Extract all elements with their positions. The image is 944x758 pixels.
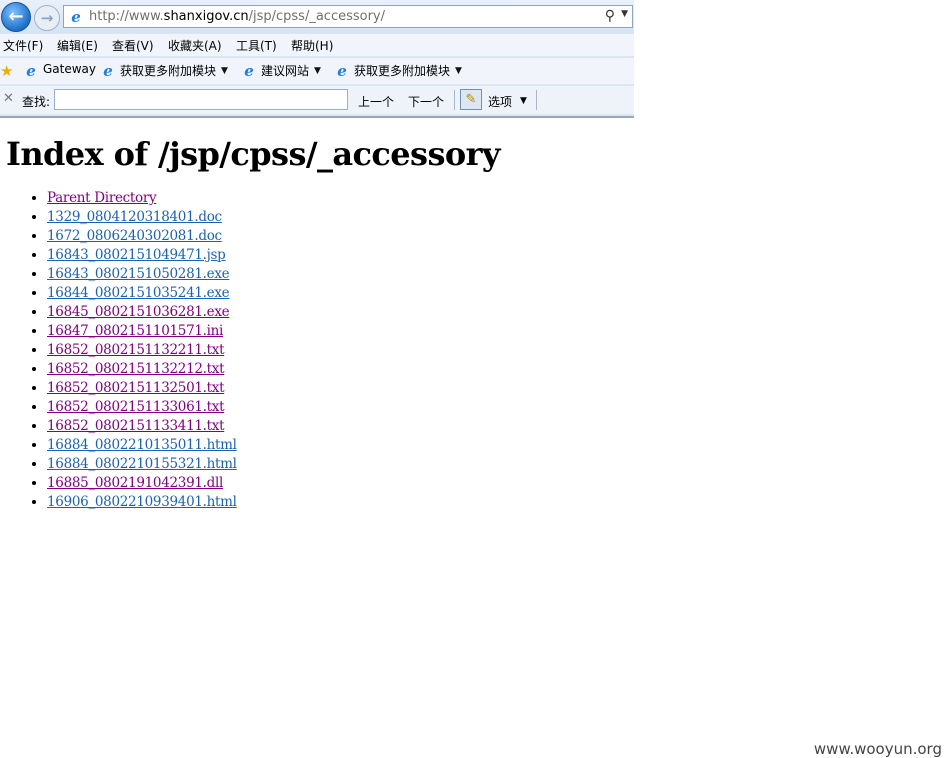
forward-arrow-icon: → xyxy=(40,9,54,27)
url-prefix: http://www. xyxy=(89,9,164,24)
chevron-down-icon[interactable]: ▼ xyxy=(621,9,628,19)
file-link[interactable]: 16884_0802210135011.html xyxy=(47,437,237,453)
page-title: Index of /jsp/cpss/_accessory xyxy=(6,135,500,173)
divider xyxy=(536,90,537,110)
list-item: 16852_0802151132501.txt xyxy=(47,379,237,398)
menu-help[interactable]: 帮助(H) xyxy=(291,37,333,54)
fav-addons-1[interactable]: 获取更多附加模块 xyxy=(120,62,216,79)
list-item: 16844_0802151035241.exe xyxy=(47,284,237,303)
fav-suggested-sites[interactable]: 建议网站 xyxy=(261,62,309,79)
back-arrow-icon: ← xyxy=(8,6,24,27)
file-link[interactable]: 16852_0802151132212.txt xyxy=(47,361,225,377)
list-item: 16847_0802151101571.ini xyxy=(47,322,237,341)
list-item: 16843_0802151049471.jsp xyxy=(47,246,237,265)
chevron-down-icon[interactable]: ▼ xyxy=(455,66,462,76)
address-bar[interactable]: e http://www.shanxigov.cn/jsp/cpss/_acce… xyxy=(63,5,633,28)
list-item: 16884_0802210135011.html xyxy=(47,436,237,455)
highlight-pen-icon[interactable]: ✎ xyxy=(460,89,482,110)
ie-logo-icon: e xyxy=(337,62,347,80)
menu-tools[interactable]: 工具(T) xyxy=(236,37,277,54)
fav-addons-2[interactable]: 获取更多附加模块 xyxy=(354,62,450,79)
file-link[interactable]: 1329_0804120318401.doc xyxy=(47,209,222,225)
parent-directory-link[interactable]: Parent Directory xyxy=(47,190,157,206)
list-item: 16884_0802210155321.html xyxy=(47,455,237,474)
file-link[interactable]: 16845_0802151036281.exe xyxy=(47,304,230,320)
file-link[interactable]: 16852_0802151133061.txt xyxy=(47,399,225,415)
find-input[interactable] xyxy=(54,89,348,110)
favorites-bar: ★ e Gateway e 获取更多附加模块 ▼ e 建议网站 ▼ e 获取更多… xyxy=(0,58,634,84)
file-link[interactable]: 16844_0802151035241.exe xyxy=(47,285,230,301)
list-item: 16843_0802151050281.exe xyxy=(47,265,237,284)
browser-chrome: ← → e http://www.shanxigov.cn/jsp/cpss/_… xyxy=(0,0,634,118)
find-next-button[interactable]: 下一个 xyxy=(408,93,444,110)
file-link[interactable]: 16843_0802151050281.exe xyxy=(47,266,230,282)
address-row: ← → e http://www.shanxigov.cn/jsp/cpss/_… xyxy=(0,0,634,33)
ie-logo-icon: e xyxy=(103,62,113,80)
list-item: 1672_0806240302081.doc xyxy=(47,227,237,246)
file-link[interactable]: 16852_0802151132501.txt xyxy=(47,380,225,396)
divider xyxy=(454,90,455,110)
ie-logo-icon: e xyxy=(26,62,36,80)
file-link[interactable]: 16847_0802151101571.ini xyxy=(47,323,223,339)
menu-favorites[interactable]: 收藏夹(A) xyxy=(168,37,222,54)
back-button[interactable]: ← xyxy=(1,2,31,32)
close-icon[interactable]: ✕ xyxy=(3,91,14,106)
file-link[interactable]: 16906_0802210939401.html xyxy=(47,494,237,510)
list-item: 16885_0802191042391.dll xyxy=(47,474,237,493)
watermark: www.wooyun.org xyxy=(813,740,942,758)
menu-file[interactable]: 文件(F) xyxy=(3,37,43,54)
file-list: Parent Directory 1329_0804120318401.doc 16… xyxy=(0,189,237,512)
ie-logo-icon: e xyxy=(244,62,254,80)
list-item: Parent Directory xyxy=(47,189,237,208)
menu-view[interactable]: 查看(V) xyxy=(112,37,154,54)
list-item: 1329_0804120318401.doc xyxy=(47,208,237,227)
search-icon[interactable]: ⚲ xyxy=(605,8,615,24)
file-link[interactable]: 16852_0802151132211.txt xyxy=(47,342,225,358)
chevron-down-icon[interactable]: ▼ xyxy=(314,66,321,76)
find-options-button[interactable]: 选项 xyxy=(488,93,512,110)
url-domain: shanxigov.cn xyxy=(163,9,249,24)
menu-bar: 文件(F) 编辑(E) 查看(V) 收藏夹(A) 工具(T) 帮助(H) xyxy=(0,34,634,56)
favorites-star-icon[interactable]: ★ xyxy=(0,62,13,80)
chevron-down-icon[interactable]: ▼ xyxy=(520,96,527,106)
url-path: /jsp/cpss/_accessory/ xyxy=(248,9,386,24)
find-bar: ✕ 查找: 上一个 下一个 ✎ 选项 ▼ xyxy=(0,86,634,114)
list-item: 16852_0802151132212.txt xyxy=(47,360,237,379)
find-label: 查找: xyxy=(22,95,51,109)
forward-button[interactable]: → xyxy=(34,5,60,31)
file-link[interactable]: 16885_0802191042391.dll xyxy=(47,475,223,491)
file-link[interactable]: 16852_0802151133411.txt xyxy=(47,418,225,434)
chevron-down-icon[interactable]: ▼ xyxy=(221,66,228,76)
list-item: 16906_0802210939401.html xyxy=(47,493,237,512)
file-link[interactable]: 1672_0806240302081.doc xyxy=(47,228,222,244)
ie-logo-icon: e xyxy=(71,8,81,26)
file-link[interactable]: 16884_0802210155321.html xyxy=(47,456,237,472)
fav-gateway[interactable]: Gateway xyxy=(43,62,96,76)
menu-edit[interactable]: 编辑(E) xyxy=(57,37,98,54)
address-url[interactable]: http://www.shanxigov.cn/jsp/cpss/_access… xyxy=(89,9,385,24)
find-prev-button[interactable]: 上一个 xyxy=(358,93,394,110)
list-item: 16852_0802151133411.txt xyxy=(47,417,237,436)
list-item: 16845_0802151036281.exe xyxy=(47,303,237,322)
file-link[interactable]: 16843_0802151049471.jsp xyxy=(47,247,226,263)
list-item: 16852_0802151133061.txt xyxy=(47,398,237,417)
list-item: 16852_0802151132211.txt xyxy=(47,341,237,360)
